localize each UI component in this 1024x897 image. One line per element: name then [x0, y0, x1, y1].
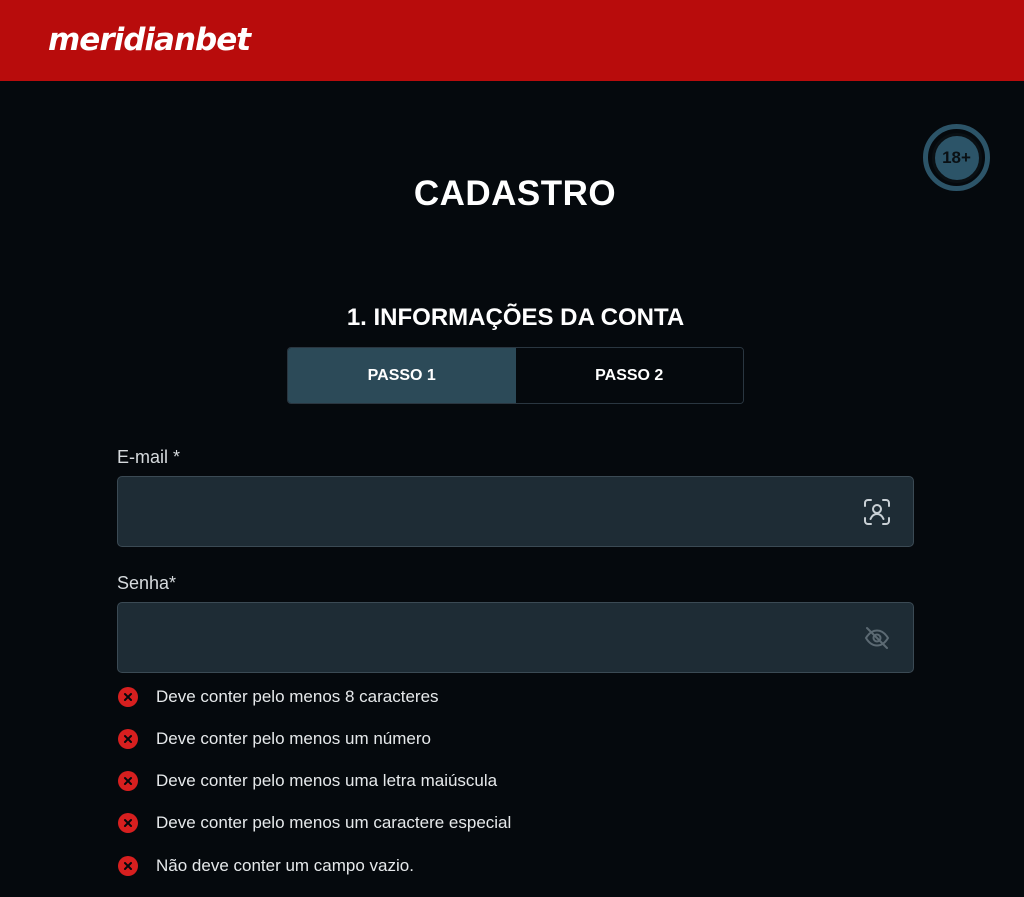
- error-x-icon: [118, 686, 138, 707]
- password-label: Senha*: [117, 573, 177, 593]
- rule-text: Não deve conter um campo vazio.: [156, 855, 414, 875]
- page-title: CADASTRO: [413, 174, 617, 213]
- meridianbet-logo[interactable]: meridianbet: [48, 22, 251, 58]
- email-label: E-mail *: [117, 447, 181, 467]
- error-x-icon: [118, 728, 138, 749]
- error-x-icon: [118, 813, 138, 834]
- section-title: 1. INFORMAÇÕES DA CONTA: [346, 304, 685, 331]
- top-bar: meridianbet: [0, 0, 1024, 81]
- password-requirements-list: Deve conter pelo menos 8 caracteres Deve…: [118, 686, 818, 897]
- list-item: Deve conter pelo menos um número: [118, 728, 818, 749]
- error-x-icon: [118, 771, 138, 792]
- list-item: Deve conter pelo menos uma letra maiúscu…: [118, 771, 818, 792]
- error-x-icon: [118, 855, 138, 876]
- list-item: Não deve conter um campo vazio.: [118, 855, 818, 876]
- list-item: Deve conter pelo menos um caractere espe…: [118, 813, 818, 834]
- rule-text: Deve conter pelo menos uma letra maiúscu…: [156, 771, 498, 791]
- rule-text: Deve conter pelo menos um caractere espe…: [156, 813, 512, 833]
- tab-step-1[interactable]: PASSO 1: [288, 348, 516, 403]
- eye-off-icon[interactable]: [861, 622, 893, 654]
- list-item: Deve conter pelo menos 8 caracteres: [118, 686, 818, 707]
- tab-step-2[interactable]: PASSO 2: [515, 348, 743, 403]
- rule-text: Deve conter pelo menos um número: [156, 728, 431, 748]
- face-scan-icon[interactable]: [861, 496, 893, 528]
- password-field-container: [117, 602, 914, 673]
- password-input[interactable]: [118, 603, 838, 672]
- step-tabs: PASSO 1 PASSO 2: [287, 347, 744, 404]
- email-field-container: [117, 476, 914, 547]
- rule-text: Deve conter pelo menos 8 caracteres: [156, 686, 439, 706]
- email-input[interactable]: [118, 477, 838, 546]
